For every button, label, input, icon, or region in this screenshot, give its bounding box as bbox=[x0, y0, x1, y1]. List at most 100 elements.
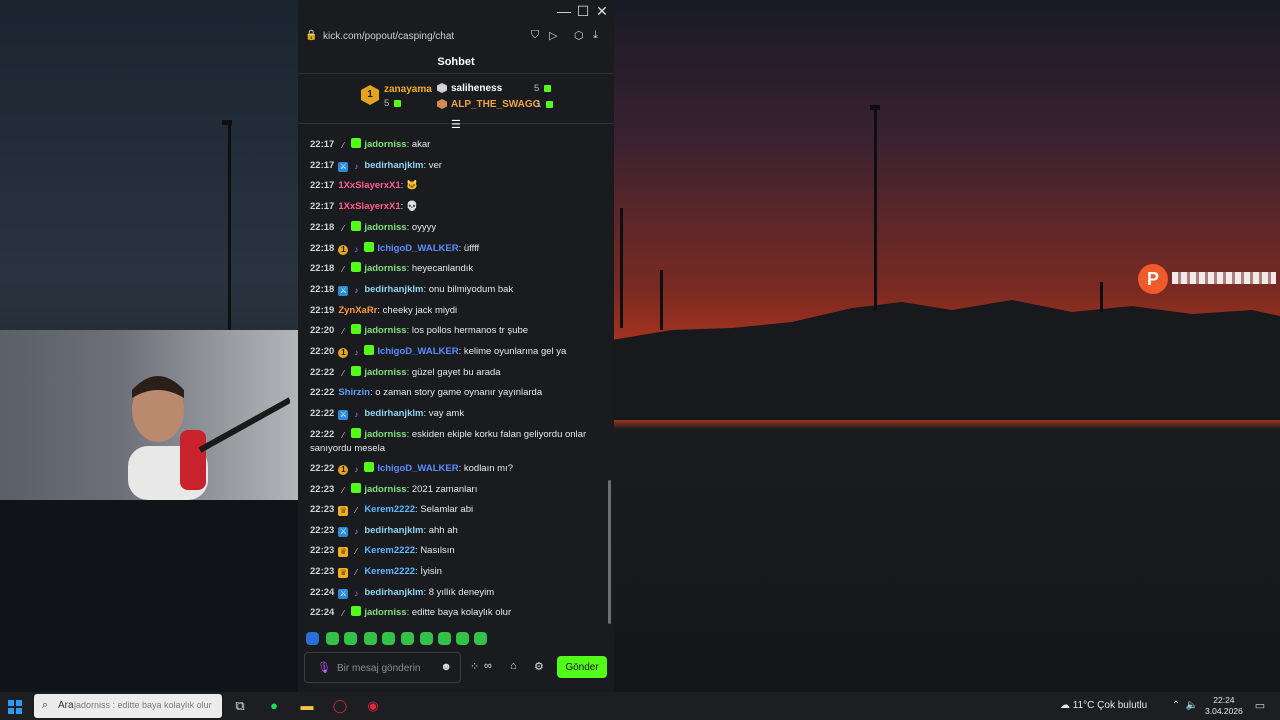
sword-badge-icon[interactable]: ⁄ bbox=[338, 609, 348, 619]
sword-badge-icon[interactable]: ⁄ bbox=[338, 486, 348, 496]
music-note-icon[interactable]: ♪ bbox=[351, 348, 361, 358]
music-note-icon[interactable]: ♪ bbox=[351, 162, 361, 172]
emote-icon[interactable] bbox=[326, 632, 339, 645]
vip-badge-icon[interactable]: ⚔ bbox=[338, 410, 349, 420]
message-username[interactable]: jadorniss bbox=[364, 367, 406, 378]
message-username[interactable]: Kerem2222 bbox=[364, 545, 415, 556]
close-button[interactable]: ✕ bbox=[594, 3, 610, 20]
subscriber-badge-icon[interactable] bbox=[364, 462, 375, 472]
microphone-icon[interactable]: 🎙 bbox=[317, 661, 331, 674]
sword-badge-icon[interactable]: ⁄ bbox=[351, 547, 361, 557]
sword-badge-icon[interactable]: ⁄ bbox=[338, 431, 348, 441]
subscriber-badge-icon[interactable] bbox=[351, 138, 362, 148]
store-icon[interactable]: ⌂ bbox=[510, 660, 517, 672]
app-icon[interactable]: ◉ bbox=[363, 696, 383, 716]
chat-scrollbar[interactable] bbox=[608, 480, 611, 624]
taskbar-clock[interactable]: 22:24 3.04.2026 bbox=[1205, 695, 1243, 717]
sword-badge-icon[interactable]: ⁄ bbox=[351, 568, 361, 578]
taskbar-search[interactable]: ⌕ Ara jadorniss : editte baya kolaylık o… bbox=[34, 694, 222, 718]
gift-rank-badge-icon[interactable]: 1 bbox=[338, 348, 349, 358]
leader-second-name[interactable]: saliheness bbox=[451, 83, 502, 94]
music-note-icon[interactable]: ♪ bbox=[351, 286, 361, 296]
send-button[interactable]: Gönder bbox=[557, 656, 607, 678]
emote-icon[interactable] bbox=[344, 632, 357, 645]
message-username[interactable]: jadorniss bbox=[364, 222, 406, 233]
crown-badge-icon[interactable]: ♛ bbox=[338, 547, 349, 557]
message-username[interactable]: IchigoD_WALKER bbox=[377, 243, 458, 254]
emote-icon[interactable] bbox=[306, 632, 319, 645]
shield-icon[interactable]: ⛉ bbox=[531, 29, 539, 42]
sword-badge-icon[interactable]: ⁄ bbox=[338, 265, 348, 275]
emote-icon[interactable] bbox=[438, 632, 451, 645]
subscriber-badge-icon[interactable] bbox=[364, 345, 375, 355]
message-username[interactable]: bedirhanjklm bbox=[364, 525, 423, 536]
subscriber-badge-icon[interactable] bbox=[351, 262, 362, 272]
subscriber-badge-icon[interactable] bbox=[364, 242, 375, 252]
maximize-button[interactable]: ☐ bbox=[575, 3, 591, 20]
message-username[interactable]: jadorniss bbox=[364, 607, 406, 618]
emote-icon[interactable] bbox=[382, 632, 395, 645]
subscriber-badge-icon[interactable] bbox=[351, 483, 362, 493]
message-username[interactable]: IchigoD_WALKER bbox=[377, 346, 458, 357]
emote-icon[interactable] bbox=[401, 632, 414, 645]
vip-badge-icon[interactable]: ⚔ bbox=[338, 162, 349, 172]
subscriber-badge-icon[interactable] bbox=[351, 428, 362, 438]
subscriber-badge-icon[interactable] bbox=[351, 221, 362, 231]
sword-badge-icon[interactable]: ⁄ bbox=[338, 327, 348, 337]
music-note-icon[interactable]: ♪ bbox=[351, 589, 361, 599]
message-username[interactable]: jadorniss bbox=[364, 325, 406, 336]
message-username[interactable]: Shirzin bbox=[338, 387, 370, 398]
crown-badge-icon[interactable]: ♛ bbox=[338, 568, 349, 578]
message-username[interactable]: bedirhanjklm bbox=[364, 408, 423, 419]
emote-icon[interactable] bbox=[364, 632, 377, 645]
message-username[interactable]: 1XxSlayerxX1 bbox=[338, 201, 400, 212]
task-view-icon[interactable]: ⧉ bbox=[230, 696, 250, 716]
music-note-icon[interactable]: ♪ bbox=[351, 527, 361, 537]
message-input-box[interactable]: 🎙 ☻ bbox=[304, 652, 461, 683]
crown-badge-icon[interactable]: ♛ bbox=[338, 506, 349, 516]
sword-badge-icon[interactable]: ⁄ bbox=[351, 506, 361, 516]
message-username[interactable]: bedirhanjklm bbox=[364, 160, 423, 171]
infinity-icon[interactable]: ∞ bbox=[484, 660, 492, 672]
gift-rank-badge-icon[interactable]: 1 bbox=[338, 245, 349, 255]
url-text[interactable]: kick.com/popout/casping/chat bbox=[323, 31, 454, 42]
message-username[interactable]: Kerem2222 bbox=[364, 504, 415, 515]
message-username[interactable]: 1XxSlayerxX1 bbox=[338, 180, 400, 191]
windows-start-icon[interactable] bbox=[8, 699, 22, 715]
message-username[interactable]: jadorniss bbox=[364, 484, 406, 495]
emote-icon[interactable] bbox=[474, 632, 487, 645]
emoji-picker-icon[interactable]: ☻ bbox=[440, 661, 452, 673]
notification-icon[interactable]: ▭ bbox=[1250, 696, 1270, 716]
vip-badge-icon[interactable]: ⚔ bbox=[338, 589, 349, 599]
leader-third-name[interactable]: ALP_THE_SWAGG bbox=[451, 99, 540, 110]
address-bar[interactable]: 🔒 kick.com/popout/casping/chat ⛉ ▷ ⬡ ⤓ bbox=[298, 24, 614, 50]
subscriber-badge-icon[interactable] bbox=[351, 606, 362, 616]
message-input[interactable] bbox=[335, 659, 435, 677]
message-username[interactable]: ZynXaRr bbox=[338, 305, 377, 316]
vip-badge-icon[interactable]: ⚔ bbox=[338, 527, 349, 537]
minimize-button[interactable]: — bbox=[556, 3, 572, 19]
message-username[interactable]: bedirhanjklm bbox=[364, 284, 423, 295]
vip-badge-icon[interactable]: ⚔ bbox=[338, 286, 349, 296]
weather-widget[interactable]: ☁ 11°C Çok bulutlu bbox=[1060, 696, 1147, 716]
users-icon[interactable]: ⁘ bbox=[470, 660, 479, 673]
gift-rank-badge-icon[interactable]: 1 bbox=[338, 465, 349, 475]
sword-badge-icon[interactable]: ⁄ bbox=[338, 141, 348, 151]
music-note-icon[interactable]: ♪ bbox=[351, 245, 361, 255]
emote-icon[interactable] bbox=[420, 632, 433, 645]
music-note-icon[interactable]: ♪ bbox=[351, 410, 361, 420]
subscriber-badge-icon[interactable] bbox=[351, 366, 362, 376]
spotify-icon[interactable]: ● bbox=[264, 696, 284, 716]
message-username[interactable]: jadorniss bbox=[364, 429, 406, 440]
gear-icon[interactable]: ⚙ bbox=[534, 660, 544, 673]
music-note-icon[interactable]: ♪ bbox=[351, 465, 361, 475]
message-username[interactable]: bedirhanjklm bbox=[364, 587, 423, 598]
extension-icon[interactable]: ⬡ bbox=[574, 29, 584, 42]
opera-icon[interactable]: ◯ bbox=[330, 696, 350, 716]
message-username[interactable]: jadorniss bbox=[364, 139, 406, 150]
sword-badge-icon[interactable]: ⁄ bbox=[338, 369, 348, 379]
send-icon[interactable]: ▷ bbox=[549, 29, 557, 42]
message-username[interactable]: jadorniss bbox=[364, 263, 406, 274]
volume-icon[interactable]: 🔈 bbox=[1182, 696, 1202, 716]
leader-first-name[interactable]: zanayama bbox=[384, 84, 432, 95]
